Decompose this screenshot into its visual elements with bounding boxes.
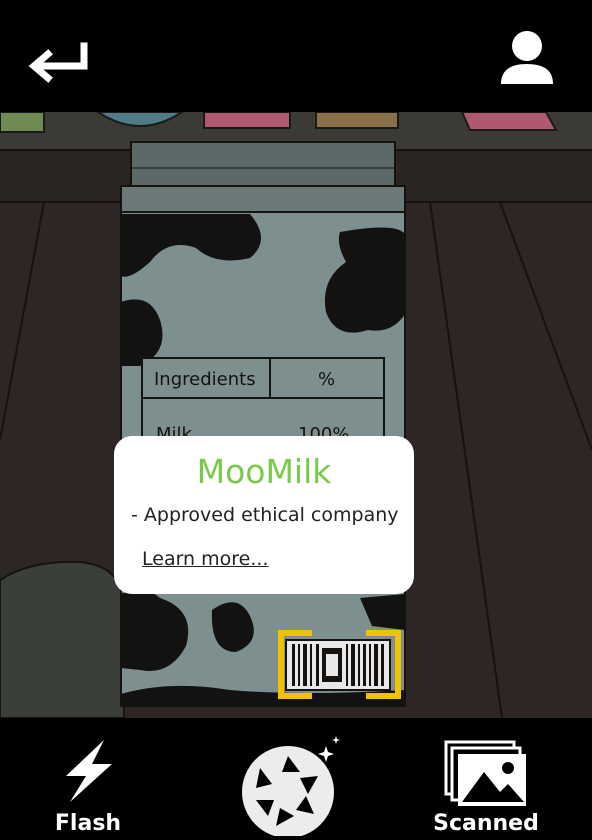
profile-button[interactable] xyxy=(496,28,558,88)
camera-shutter-icon xyxy=(242,736,340,838)
scanned-button[interactable]: Scanned xyxy=(430,736,542,836)
product-status: - Approved ethical company xyxy=(131,504,399,526)
lightning-icon xyxy=(66,740,112,802)
barcode-icon xyxy=(285,639,391,691)
flash-button[interactable]: Flash xyxy=(40,736,136,836)
back-button[interactable] xyxy=(26,40,92,90)
image-gallery-icon xyxy=(444,740,526,806)
camera-viewfinder: Ingredients % Milk 100% MooMilk - Approv… xyxy=(0,112,592,718)
bottom-bar: Flash Scanned xyxy=(0,718,592,838)
shutter-button[interactable] xyxy=(236,730,348,838)
product-info-card: MooMilk - Approved ethical company Learn… xyxy=(114,436,414,594)
percent-header: % xyxy=(318,369,335,390)
return-arrow-icon xyxy=(28,42,88,83)
top-bar xyxy=(0,0,592,112)
scene-illustration: Ingredients % Milk 100% xyxy=(0,112,592,718)
ingredients-table: Ingredients % Milk 100% xyxy=(141,357,385,445)
product-name: MooMilk xyxy=(196,452,332,491)
flash-label: Flash xyxy=(54,811,122,836)
scanned-label: Scanned xyxy=(433,811,539,836)
ingredients-header: Ingredients xyxy=(154,369,256,390)
user-icon xyxy=(501,31,553,84)
learn-more-link[interactable]: Learn more... xyxy=(142,548,268,570)
